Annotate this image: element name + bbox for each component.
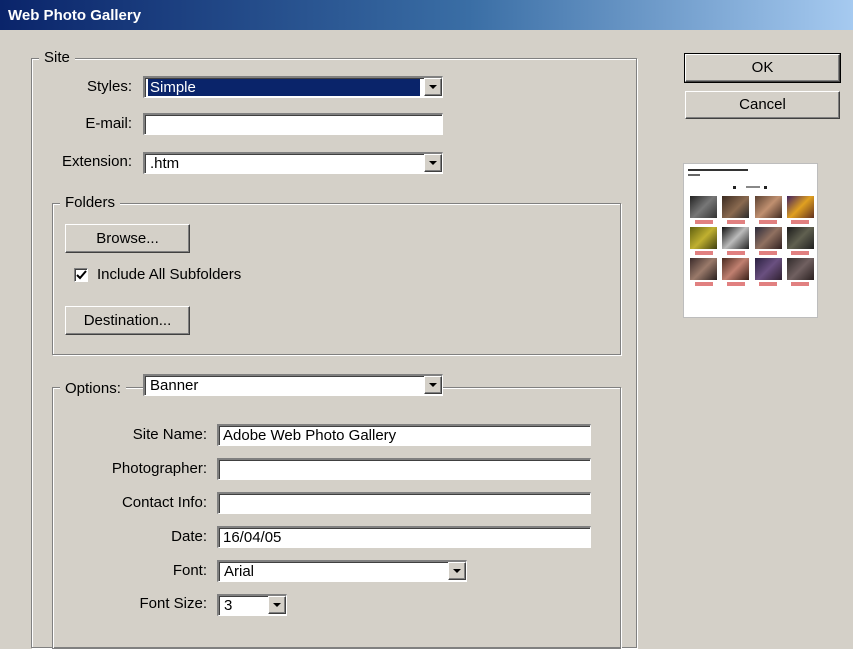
options-value: Banner [150, 377, 199, 394]
styles-select[interactable]: Simple [143, 76, 443, 98]
site-name-label: Site Name: [132, 426, 207, 443]
photographer-field[interactable] [217, 458, 591, 480]
browse-button[interactable]: Browse... [65, 224, 190, 253]
destination-button[interactable]: Destination... [65, 306, 190, 335]
style-preview-image [683, 163, 818, 318]
preview-thumbnail-grid [690, 196, 814, 289]
font-dropdown-arrow-icon[interactable] [448, 562, 466, 580]
options-dropdown-arrow-icon[interactable] [424, 376, 442, 394]
include-subfolders-checkbox[interactable] [74, 268, 88, 282]
styles-dropdown-arrow-icon[interactable] [424, 78, 442, 96]
photographer-label: Photographer: [111, 460, 207, 477]
extension-select[interactable]: .htm [143, 152, 443, 174]
extension-dropdown-arrow-icon[interactable] [424, 154, 442, 172]
extension-label: Extension: [61, 153, 132, 170]
font-size-dropdown-arrow-icon[interactable] [268, 596, 286, 614]
site-legend: Site [39, 49, 75, 67]
include-subfolders-label: Include All Subfolders [97, 266, 242, 283]
styles-label: Styles: [86, 78, 132, 95]
preview-header-graphic [688, 169, 767, 189]
font-size-label: Font Size: [139, 595, 207, 612]
font-size-select[interactable]: 3 [217, 594, 287, 616]
email-field[interactable] [143, 113, 443, 135]
checkmark-icon [76, 270, 87, 280]
cancel-button[interactable]: Cancel [685, 91, 840, 119]
folders-legend: Folders [60, 194, 121, 212]
ok-button[interactable]: OK [684, 53, 841, 83]
font-label: Font: [172, 562, 207, 579]
font-value: Arial [224, 563, 255, 580]
options-select[interactable]: Banner [143, 374, 443, 396]
contact-info-label: Contact Info: [121, 494, 207, 511]
contact-info-field[interactable] [217, 492, 591, 514]
styles-value: Simple [148, 79, 420, 96]
window-title: Web Photo Gallery [8, 7, 142, 24]
date-field[interactable]: 16/04/05 [217, 526, 591, 548]
options-label: Options: [60, 378, 126, 400]
font-select[interactable]: Arial [217, 560, 467, 582]
font-size-value: 3 [224, 597, 233, 614]
email-label: E-mail: [85, 115, 132, 132]
date-label: Date: [171, 528, 207, 545]
title-bar: Web Photo Gallery [0, 0, 853, 30]
site-name-field[interactable]: Adobe Web Photo Gallery [217, 424, 591, 446]
extension-value: .htm [150, 155, 180, 172]
